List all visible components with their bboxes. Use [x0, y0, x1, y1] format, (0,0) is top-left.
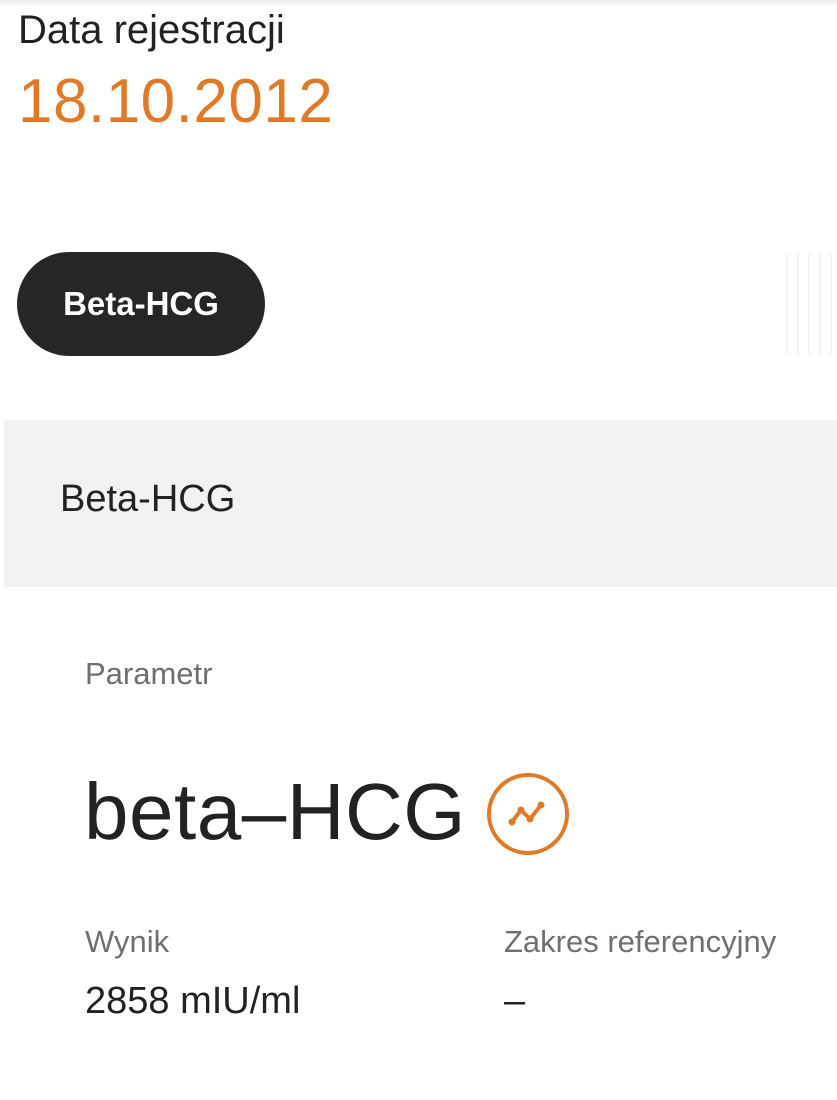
parameter-name: beta–HCG — [84, 767, 466, 856]
reference-range-value: – — [504, 980, 526, 1022]
filter-chip-label: Beta-HCG — [63, 285, 219, 322]
filter-chip-beta-hcg[interactable]: Beta-HCG — [17, 252, 265, 356]
filter-chip-strip[interactable]: Beta-HCG — [0, 250, 837, 360]
chip-strip-edge — [777, 254, 837, 354]
result-label: Wynik — [85, 924, 170, 959]
registration-date-label: Data rejestracji — [18, 8, 285, 52]
section-header: Beta-HCG — [4, 420, 837, 587]
top-bar-shadow — [0, 0, 837, 6]
registration-date-value: 18.10.2012 — [18, 67, 334, 136]
trend-chart-icon[interactable] — [486, 772, 570, 856]
result-value: 2858 mIU/ml — [85, 980, 301, 1022]
parameter-label: Parametr — [85, 656, 213, 691]
section-title: Beta-HCG — [60, 478, 236, 520]
reference-range-label: Zakres referencyjny — [504, 924, 777, 959]
